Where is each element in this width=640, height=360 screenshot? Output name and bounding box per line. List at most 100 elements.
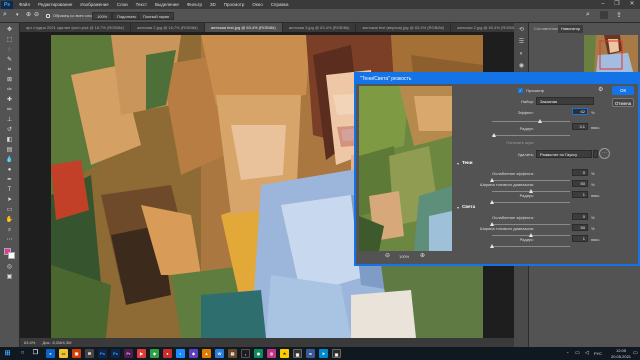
ps-app-icon-2[interactable]: Ps	[111, 349, 120, 358]
highlights-collapse-icon[interactable]: ▾	[457, 205, 459, 210]
shadow-tonal-input[interactable]: 50	[572, 180, 588, 187]
checkbox-sample-all[interactable]	[46, 14, 50, 18]
amount-slider-track[interactable]	[492, 121, 570, 122]
ps-app-icon-1[interactable]: Ps	[98, 349, 107, 358]
preset-dropdown[interactable]: Заказная	[536, 97, 594, 105]
history-brush-tool-icon[interactable]: ↺	[4, 126, 15, 134]
menu-3d[interactable]: 3D	[206, 2, 220, 7]
path-select-tool-icon[interactable]: ➤	[4, 196, 15, 204]
share-icon[interactable]: ⇪	[616, 11, 622, 19]
history-icon[interactable]: ⟲	[517, 26, 526, 34]
shadow-radius-knob[interactable]	[490, 200, 495, 204]
high-fade-track[interactable]	[492, 224, 570, 225]
tab-document-2[interactable]: женская 2.jpg @ 16,7% (RGB/8#)	[131, 23, 205, 32]
high-radius-track[interactable]	[492, 246, 570, 247]
dialog-title[interactable]: "Тени/Света" резкость	[356, 74, 638, 84]
remove-dropdown[interactable]: Размытие по Гауссу	[536, 150, 592, 158]
orange-app-icon[interactable]: ▲	[202, 349, 211, 358]
gradient-tool-icon[interactable]: ▤	[4, 146, 15, 154]
menu-view[interactable]: Просмотр	[220, 2, 249, 7]
tab-document-5[interactable]: женская test (версия).jpg @ 63,4% (RGB/8…	[356, 23, 452, 32]
eyedropper-tool-icon[interactable]: ✑	[4, 86, 15, 94]
healing-tool-icon[interactable]: ✚	[4, 96, 15, 104]
remove-extra-field[interactable]	[593, 150, 598, 158]
menu-file[interactable]: Файл	[15, 2, 34, 7]
premiere-app-icon[interactable]: Pr	[124, 349, 133, 358]
background-color-swatch[interactable]	[8, 252, 15, 259]
workspace-icon[interactable]	[600, 11, 608, 19]
frame-tool-icon[interactable]: ⊠	[4, 76, 15, 84]
start-button[interactable]: ⊞	[3, 349, 12, 358]
blue-app-icon[interactable]: ◐	[176, 349, 185, 358]
menu-window[interactable]: Окно	[248, 2, 266, 7]
shadow-radius-input[interactable]: 1	[572, 191, 588, 198]
yellow-app-icon[interactable]: ★	[280, 349, 289, 358]
properties-icon[interactable]: ☰	[517, 38, 526, 46]
navigator-thumbnail[interactable]	[584, 35, 638, 75]
quick-select-tool-icon[interactable]: ✎	[4, 56, 15, 64]
word-app-icon[interactable]: W	[215, 349, 224, 358]
zoom-tool-icon[interactable]: ⌕	[3, 11, 7, 19]
store-app-icon[interactable]: ▣	[72, 349, 81, 358]
fill-screen-button[interactable]: Полный экран	[138, 12, 175, 20]
brush-tool-icon[interactable]: ✏	[4, 106, 15, 114]
teal-app-icon[interactable]: ◉	[254, 349, 263, 358]
zoom-100-button[interactable]: 100%	[92, 12, 113, 20]
more-tools-icon[interactable]: ⋯	[4, 236, 15, 244]
clock-time[interactable]: 12:05	[611, 348, 631, 353]
zoom-out-icon[interactable]: ⊖	[34, 11, 39, 18]
shape-tool-icon[interactable]: ▭	[4, 206, 15, 214]
blur-tool-icon[interactable]: 💧	[4, 156, 15, 164]
fit-screen-button[interactable]: Подогнать	[112, 12, 142, 20]
shadows-collapse-icon[interactable]: ▾	[457, 161, 459, 166]
stamp-tool-icon[interactable]: ⊥	[4, 116, 15, 124]
folder-app-icon[interactable]: ▤	[228, 349, 237, 358]
volume-icon[interactable]: ◁	[585, 350, 589, 356]
red-app-icon[interactable]: ●	[163, 349, 172, 358]
close-window-button[interactable]: ✕	[625, 0, 639, 9]
amount-slider-knob[interactable]	[537, 119, 542, 123]
eraser-tool-icon[interactable]: ◧	[4, 136, 15, 144]
gray-app-icon[interactable]: ▦	[293, 349, 302, 358]
tab-compose[interactable]: Составление	[531, 25, 561, 33]
preview-zoom-out-icon[interactable]: ⊖	[385, 252, 390, 259]
pen-tool-icon[interactable]: ✒	[4, 176, 15, 184]
move-tool-icon[interactable]: ✥	[4, 26, 15, 34]
type-tool-icon[interactable]: T	[4, 186, 15, 194]
preset-options-icon[interactable]: ⚙	[598, 86, 603, 93]
vk-app-icon[interactable]: в	[306, 349, 315, 358]
explorer-app-icon[interactable]: ▭	[59, 349, 68, 358]
purple-app-icon[interactable]: ◈	[189, 349, 198, 358]
dialog-preview[interactable]	[359, 86, 452, 251]
tab-document-1[interactable]: арт студия 2021 сделал фото.psd @ 16,7% …	[20, 23, 131, 32]
mail-app-icon[interactable]: ✉	[85, 349, 94, 358]
language-indicator[interactable]: РУС	[594, 351, 602, 356]
menu-edit[interactable]: Редактирование	[34, 2, 76, 7]
marquee-tool-icon[interactable]: ⬚	[4, 36, 15, 44]
tab-document-active[interactable]: женская test.jpg @ 63,4% (RGB/8#)	[204, 23, 283, 32]
calc-app-icon[interactable]: ▣	[332, 349, 341, 358]
preview-zoom-in-icon[interactable]: ⊕	[420, 252, 425, 259]
dodge-tool-icon[interactable]: ●	[4, 166, 15, 174]
green-app-icon[interactable]: ◆	[150, 349, 159, 358]
chevron-down-icon[interactable]: ▾	[16, 12, 19, 18]
network-icon[interactable]: ▭	[575, 350, 580, 356]
crop-tool-icon[interactable]: ⌗	[4, 66, 15, 74]
maximize-button[interactable]: ❐	[610, 0, 624, 9]
preview-checkbox[interactable]: ✓	[518, 88, 523, 93]
high-radius-input[interactable]: 1	[572, 235, 588, 242]
cancel-button[interactable]: Отмена	[612, 98, 634, 107]
menu-select[interactable]: Выделение	[151, 2, 183, 7]
adjustments-icon[interactable]: ◐	[517, 50, 526, 58]
shadow-fade-track[interactable]	[492, 180, 570, 181]
shadow-fade-input[interactable]: 0	[572, 169, 588, 176]
notifications-icon[interactable]: ▭	[633, 350, 638, 356]
menu-layers[interactable]: Слои	[113, 2, 132, 7]
zoom-in-icon[interactable]: ⊕	[26, 11, 31, 18]
search-taskbar-icon[interactable]: ○	[18, 349, 27, 358]
search-icon[interactable]: ⌕	[586, 11, 590, 19]
radius-slider-knob[interactable]	[491, 133, 496, 137]
high-fade-input[interactable]: 0	[572, 213, 588, 220]
pink-app-icon[interactable]: ◎	[267, 349, 276, 358]
radius-input[interactable]: 3,1	[572, 123, 588, 130]
